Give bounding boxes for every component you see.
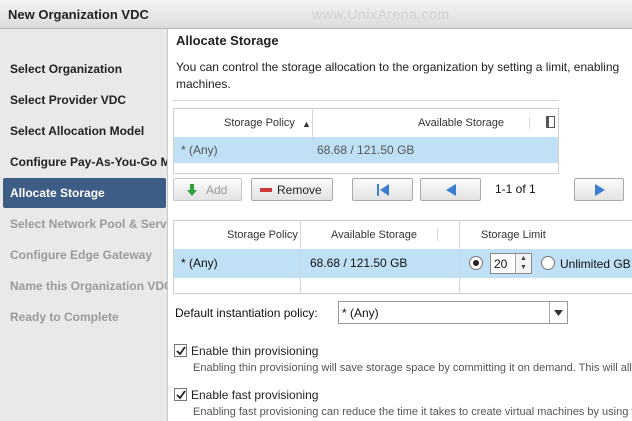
columns-icon xyxy=(546,116,555,128)
thin-provisioning-label: Enable thin provisioning xyxy=(191,344,319,358)
checkmark-icon xyxy=(176,390,186,400)
default-policy-label: Default instantiation policy: xyxy=(175,306,318,320)
scrollbar-area[interactable] xyxy=(174,163,558,173)
stepper-down-icon[interactable]: ▼ xyxy=(520,264,527,271)
column-chooser-icon[interactable] xyxy=(544,109,558,137)
available-storage-grid: Storage Policy ▲ Available Storage * (An… xyxy=(173,108,559,174)
sort-ascending-icon: ▲ xyxy=(302,119,311,129)
step-select-network-pool: Select Network Pool & Servi xyxy=(10,217,168,231)
step-select-provider-vdc[interactable]: Select Provider VDC xyxy=(0,85,167,115)
column-header-available-storage[interactable]: Available Storage xyxy=(301,221,459,249)
limit-radio[interactable] xyxy=(469,256,483,270)
cell-available-storage: 68.68 / 121.50 GB xyxy=(310,256,408,270)
dropdown-button[interactable] xyxy=(549,302,567,323)
storage-limit-value: 20 xyxy=(494,257,508,271)
chevron-down-icon xyxy=(554,310,563,316)
step-ready-to-complete: Ready to Complete xyxy=(10,310,119,324)
step-name-organization-vdc: Name this Organization VDC xyxy=(10,279,168,293)
default-policy-select[interactable]: * (Any) xyxy=(338,301,568,324)
wizard-steps-sidebar: Select Organization Select Provider VDC … xyxy=(0,29,168,421)
first-page-icon xyxy=(377,184,389,196)
fast-provisioning-help: Enabling fast provisioning can reduce th… xyxy=(193,406,632,418)
cell-storage-policy: * (Any) xyxy=(181,256,218,270)
selected-storage-grid: Storage Policy Available Storage Storage… xyxy=(173,220,632,294)
column-separator xyxy=(529,117,530,129)
fast-provisioning-label: Enable fast provisioning xyxy=(191,388,319,402)
page-title: Allocate Storage xyxy=(176,33,279,48)
table-row[interactable]: * (Any) 68.68 / 121.50 GB xyxy=(174,137,558,163)
table-row[interactable]: * (Any) 68.68 / 121.50 GB 20 ▲ ▼ Unlimit… xyxy=(174,249,632,278)
column-separator xyxy=(437,229,438,241)
step-select-allocation-model[interactable]: Select Allocation Model xyxy=(0,116,167,146)
previous-page-icon xyxy=(446,184,456,196)
step-configure-pay-as-you-go[interactable]: Configure Pay-As-You-Go Mo xyxy=(0,147,167,177)
cell-available-storage: 68.68 / 121.50 GB xyxy=(317,143,415,157)
column-header-label: Storage Limit xyxy=(481,229,546,241)
dialog-title: New Organization VDC xyxy=(8,7,149,22)
column-header-storage-policy[interactable]: Storage Policy ▲ xyxy=(174,109,312,137)
unlimited-radio[interactable] xyxy=(541,256,555,270)
step-configure-edge-gateway: Configure Edge Gateway xyxy=(10,248,153,262)
column-header-label: Available Storage xyxy=(331,229,418,241)
stepper-up-icon[interactable]: ▲ xyxy=(520,255,527,262)
first-page-button[interactable] xyxy=(352,178,413,201)
step-select-organization[interactable]: Select Organization xyxy=(0,54,167,84)
radio-selected-dot xyxy=(473,260,479,266)
next-page-icon xyxy=(595,184,605,196)
thin-provisioning-help: Enabling thin provisioning will save sto… xyxy=(193,362,632,374)
fast-provisioning-checkbox[interactable] xyxy=(174,388,187,401)
column-header-storage-policy[interactable]: Storage Policy xyxy=(174,221,300,249)
column-header-storage-limit[interactable]: Storage Limit xyxy=(460,221,632,249)
main-panel: Allocate Storage You can control the sto… xyxy=(169,29,632,421)
column-separator xyxy=(300,249,301,278)
minus-icon xyxy=(260,188,272,192)
cell-storage-policy: * (Any) xyxy=(181,143,218,157)
dialog-titlebar: New Organization VDC www.UnixArena.com xyxy=(0,0,632,29)
page-description: You can control the storage allocation t… xyxy=(176,60,620,91)
unlimited-label: Unlimited GB xyxy=(560,257,631,271)
storage-limit-stepper[interactable]: 20 ▲ ▼ xyxy=(490,253,532,274)
column-separator xyxy=(459,249,460,278)
step-allocate-storage[interactable]: Allocate Storage xyxy=(3,178,166,208)
watermark-text: www.UnixArena.com xyxy=(312,6,450,22)
default-policy-value: * (Any) xyxy=(342,306,379,320)
thin-provisioning-checkbox[interactable] xyxy=(174,344,187,357)
remove-button-label: Remove xyxy=(277,183,322,197)
column-header-label: Storage Policy xyxy=(227,229,298,241)
checkmark-icon xyxy=(176,346,186,356)
remove-button[interactable]: Remove xyxy=(251,178,333,201)
column-separator xyxy=(312,137,313,163)
section-divider xyxy=(173,100,559,101)
add-button[interactable]: Add xyxy=(173,178,242,201)
next-page-button[interactable] xyxy=(574,178,624,201)
add-button-label: Add xyxy=(206,183,228,197)
previous-page-button[interactable] xyxy=(420,178,481,201)
pager-text: 1-1 of 1 xyxy=(495,182,536,196)
column-header-label: Storage Policy xyxy=(224,117,295,129)
stepper-buttons[interactable]: ▲ ▼ xyxy=(515,254,531,273)
arrow-down-icon xyxy=(187,184,197,196)
column-header-label: Available Storage xyxy=(418,117,505,129)
column-header-available-storage[interactable]: Available Storage xyxy=(313,109,533,137)
